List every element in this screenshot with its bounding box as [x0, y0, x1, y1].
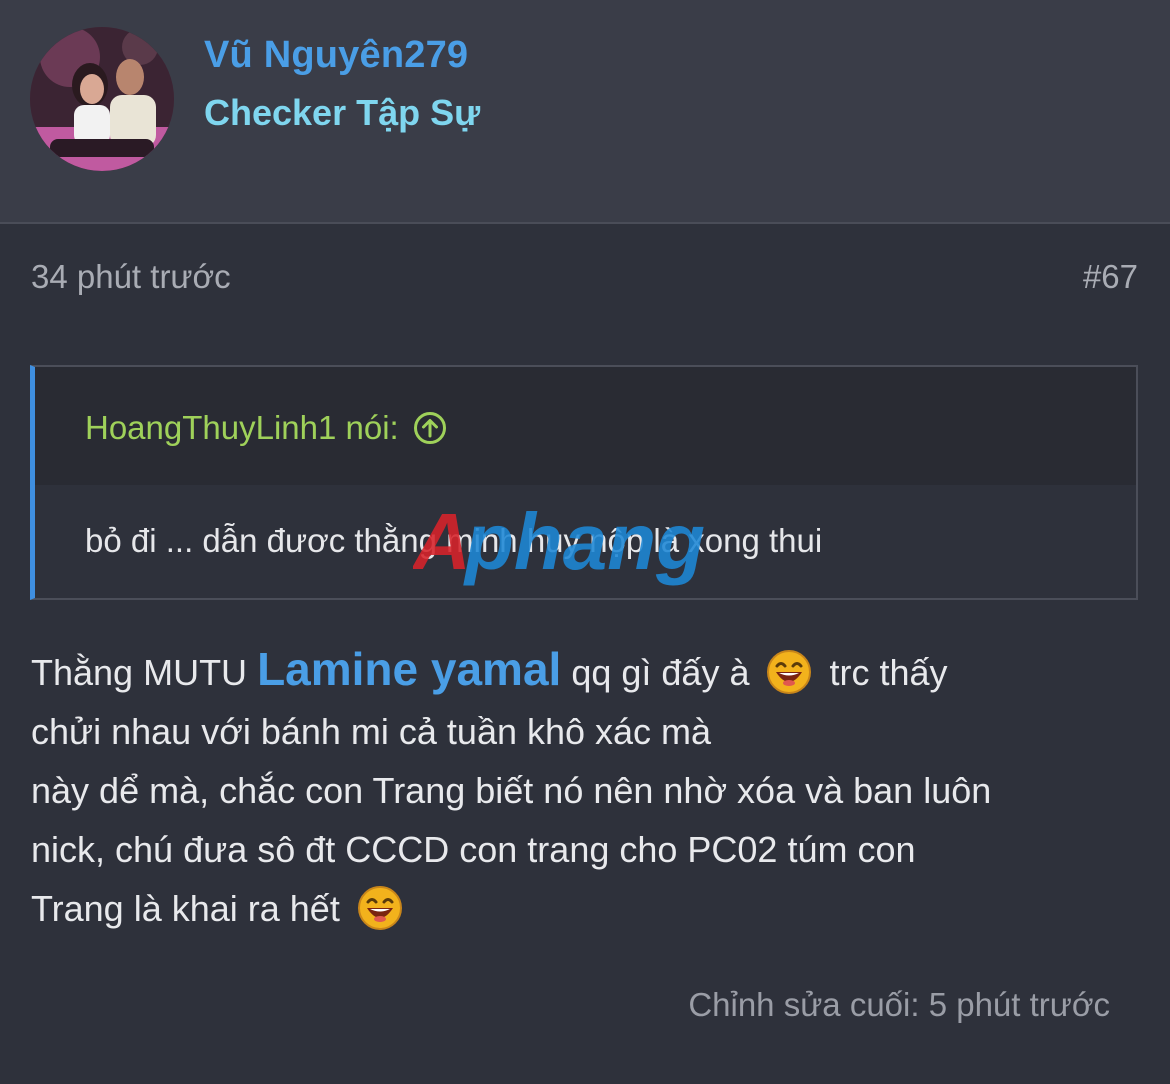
arrow-up-circle-icon[interactable] [413, 411, 447, 445]
post-text-segment: Trang là khai ra hết [31, 888, 350, 929]
user-mention-link[interactable]: Lamine yamal [257, 643, 561, 695]
post-container: Vũ Nguyên279 Checker Tập Sự 34 phút trướ… [0, 0, 1170, 1084]
post-body: Thằng MUTU Lamine yamal qq gì đấy à trc … [31, 640, 1141, 938]
username[interactable]: Vũ Nguyên279 [204, 34, 468, 77]
post-line-4: nick, chú đưa sô đt CCCD con trang cho P… [31, 829, 916, 870]
post-text-segment: Thằng MUTU [31, 652, 258, 693]
post-number-link[interactable]: #67 [1083, 258, 1138, 296]
quote-block: HoangThuyLinh1 nói: bỏ đi ... dẫn đươc t… [30, 365, 1138, 600]
last-edited-note: Chỉnh sửa cuối: 5 phút trước [688, 986, 1110, 1023]
user-header: Vũ Nguyên279 Checker Tập Sự [0, 0, 1170, 224]
laughing-face-emoji-icon [767, 650, 812, 695]
post-text-segment: trc thấy [819, 652, 948, 693]
post-timestamp[interactable]: 34 phút trước [31, 258, 231, 296]
quote-author-label[interactable]: HoangThuyLinh1 nói: [85, 409, 399, 447]
post-text-segment: qq gì đấy à [561, 652, 760, 693]
quote-author[interactable]: HoangThuyLinh1 nói: [85, 409, 447, 447]
quote-text: bỏ đi ... dẫn đươc thằng minh huy nộp là… [85, 522, 823, 559]
post-line-3: này dể mà, chắc con Trang biết nó nên nh… [31, 770, 992, 811]
post-line-2: chửi nhau với bánh mi cả tuần khô xác mà [31, 711, 712, 752]
laughing-face-emoji-icon [357, 886, 402, 931]
user-rank-title: Checker Tập Sự [204, 92, 481, 133]
post-line-1: Thằng MUTU Lamine yamal qq gì đấy à trc … [31, 640, 1141, 702]
user-avatar[interactable] [30, 27, 174, 171]
post-line-5: Trang là khai ra hết [31, 879, 1141, 938]
